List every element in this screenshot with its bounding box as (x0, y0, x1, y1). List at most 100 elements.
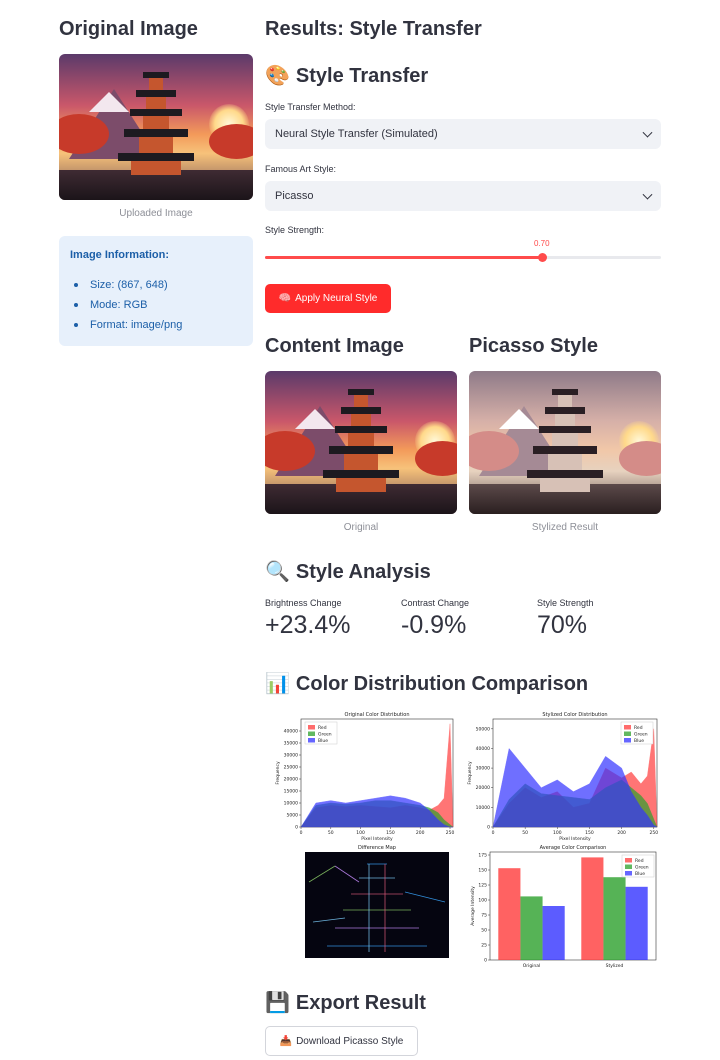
legend-label: Blue (635, 871, 645, 877)
bar-green (603, 877, 626, 960)
styled-image (469, 371, 661, 514)
metric-label: Style Strength (537, 598, 594, 608)
pagoda-scene (265, 371, 457, 514)
x-tick-label: 200 (416, 830, 425, 836)
art-style-select-value: Picasso (275, 190, 314, 202)
y-tick-label: 35000 (284, 741, 298, 747)
download-button[interactable]: 📥 Download Picasso Style (265, 1026, 418, 1056)
chart-title: Stylized Color Distribution (542, 712, 607, 718)
legend-swatch (625, 871, 632, 876)
x-tick-label: 100 (553, 830, 562, 836)
style-analysis-heading-text: Style Analysis (295, 561, 431, 583)
magnifier-icon: 🔍 (265, 561, 290, 583)
legend-label: Green (634, 732, 648, 738)
legend-label: Red (318, 725, 327, 731)
chart-title: Original Color Distribution (345, 712, 410, 718)
y-tick-label: 20000 (284, 777, 298, 783)
y-tick-label: 10000 (476, 805, 490, 811)
metric-label: Contrast Change (401, 598, 470, 608)
legend-swatch (624, 738, 631, 743)
legend-label: Blue (318, 738, 328, 744)
y-axis-label: Average Intensity (470, 886, 476, 926)
chart-title: Average Color Comparison (540, 845, 607, 851)
x-tick-label: Stylized (606, 963, 624, 969)
y-tick-label: 40000 (476, 746, 490, 752)
info-mode: Mode: RGB (70, 295, 245, 315)
legend-label: Green (318, 732, 332, 738)
floppy-icon: 💾 (265, 992, 290, 1014)
x-axis-label: Pixel Intensity (361, 836, 393, 842)
info-format: Format: image/png (70, 315, 245, 335)
legend-label: Red (635, 858, 644, 864)
image-info-list: Size: (867, 648) Mode: RGB Format: image… (70, 275, 245, 335)
color-distribution-heading: 📊 Color Distribution Comparison (265, 671, 685, 696)
legend-swatch (625, 858, 632, 863)
styled-image-caption: Stylized Result (531, 522, 599, 533)
y-tick-label: 175 (478, 853, 487, 859)
y-tick-label: 25 (481, 943, 487, 949)
y-tick-label: 15000 (284, 789, 298, 795)
method-select[interactable]: Neural Style Transfer (Simulated) (265, 119, 661, 149)
apply-button-label: Apply Neural Style (295, 293, 378, 304)
y-tick-label: 25000 (284, 765, 298, 771)
y-tick-label: 50000 (476, 726, 490, 732)
bar-blue (625, 886, 648, 960)
slider-thumb[interactable] (538, 253, 547, 262)
y-tick-label: 125 (478, 883, 487, 889)
legend-swatch (308, 731, 315, 736)
y-tick-label: 0 (487, 825, 490, 831)
strength-slider-value: 0.70 (534, 239, 550, 248)
difference-map-image (305, 852, 449, 958)
art-style-select[interactable]: Picasso (265, 181, 661, 211)
bar-red (498, 868, 521, 960)
styled-image-title: Picasso Style (469, 335, 598, 357)
download-button-label: Download Picasso Style (296, 1035, 404, 1047)
brain-icon: 🧠 (278, 293, 292, 304)
x-tick-label: 50 (328, 830, 334, 836)
x-axis-label: Pixel Intensity (559, 836, 591, 842)
y-tick-label: 75 (481, 913, 487, 919)
pagoda-scene (59, 54, 253, 200)
bar-red (581, 857, 604, 960)
style-transfer-heading: 🎨 Style Transfer (265, 63, 665, 88)
bar-blue (542, 906, 565, 960)
metric-contrast: Contrast Change -0.9% (401, 598, 531, 640)
metric-label: Brightness Change (265, 598, 342, 608)
y-tick-label: 30000 (284, 753, 298, 759)
legend-label: Green (635, 865, 649, 871)
chevron-down-icon (642, 189, 653, 200)
uploaded-image-caption: Uploaded Image (119, 208, 193, 219)
strength-label: Style Strength: (265, 225, 325, 235)
x-tick-label: 150 (585, 830, 594, 836)
info-size: Size: (867, 648) (70, 275, 245, 295)
original-image-title: Original Image (59, 18, 198, 40)
slider-fill (265, 256, 542, 259)
content-image-caption: Original (343, 522, 379, 533)
style-transfer-heading-text: Style Transfer (295, 65, 429, 87)
legend-swatch (624, 731, 631, 736)
x-tick-label: 150 (386, 830, 395, 836)
style-analysis-heading: 🔍 Style Analysis (265, 559, 665, 584)
y-axis-label: Frequency (467, 761, 473, 785)
bar-chart-icon: 📊 (265, 673, 290, 695)
method-label: Style Transfer Method: (265, 102, 356, 112)
image-info-title: Image Information: (70, 249, 170, 261)
export-heading: 💾 Export Result (265, 990, 665, 1015)
image-info-box: Image Information: Size: (867, 648) Mode… (59, 236, 253, 346)
x-tick-label: 0 (492, 830, 495, 836)
bar-green (520, 896, 543, 960)
art-style-label: Famous Art Style: (265, 164, 337, 174)
y-tick-label: 0 (484, 958, 487, 964)
y-tick-label: 100 (478, 898, 487, 904)
legend-swatch (308, 725, 315, 730)
inbox-tray-icon: 📥 (279, 1035, 293, 1047)
strength-slider[interactable]: 0.70 (265, 238, 661, 264)
apply-neural-style-button[interactable]: 🧠 Apply Neural Style (265, 284, 391, 313)
uploaded-image (59, 54, 253, 200)
stylized-pagoda-scene (469, 371, 661, 514)
x-tick-label: 200 (617, 830, 626, 836)
legend-label: Blue (634, 738, 644, 744)
content-image-title: Content Image (265, 335, 404, 357)
color-distribution-heading-text: Color Distribution Comparison (295, 673, 589, 695)
x-tick-label: 250 (649, 830, 658, 836)
